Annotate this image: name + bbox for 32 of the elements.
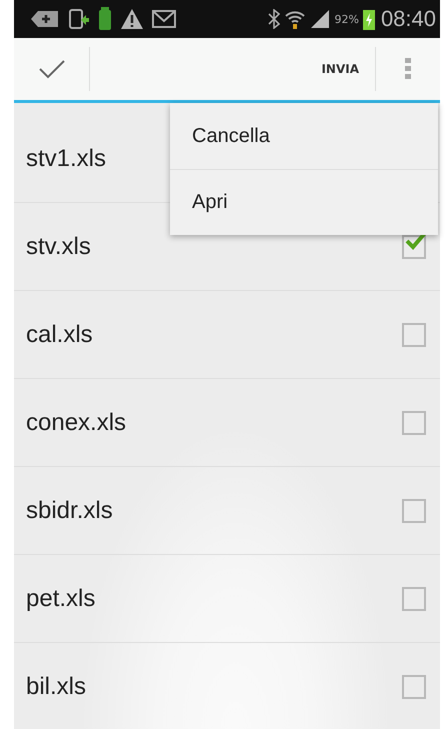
file-name: stv.xls	[26, 232, 91, 260]
menu-item[interactable]: Cancella	[170, 103, 438, 169]
phone-upload-icon	[68, 8, 90, 30]
file-checkbox[interactable]	[402, 674, 426, 698]
menu-icon	[405, 58, 411, 80]
mail-icon	[152, 10, 176, 28]
file-row[interactable]: bil.xls	[14, 643, 440, 729]
warning-icon	[120, 8, 144, 30]
file-name: pet.xls	[26, 584, 96, 612]
file-name: sbidr.xls	[26, 496, 113, 524]
file-row[interactable]: cal.xls	[14, 291, 440, 379]
file-name: stv1.xls	[26, 144, 106, 172]
file-checkbox[interactable]	[402, 234, 426, 258]
file-name: bil.xls	[26, 672, 86, 700]
file-checkbox[interactable]	[402, 322, 426, 346]
menu-item[interactable]: Apri	[170, 169, 438, 235]
file-checkbox[interactable]	[402, 586, 426, 610]
file-name: conex.xls	[26, 408, 126, 436]
battery-charging-icon	[362, 8, 375, 30]
clock-time: 08:40	[380, 6, 436, 32]
file-checkbox[interactable]	[402, 498, 426, 522]
signal-icon	[310, 9, 330, 29]
file-row[interactable]: conex.xls	[14, 379, 440, 467]
add-notification-icon	[30, 9, 60, 29]
file-name: cal.xls	[26, 320, 93, 348]
file-row[interactable]: sbidr.xls	[14, 467, 440, 555]
file-checkbox[interactable]	[402, 410, 426, 434]
send-button[interactable]: INVIA	[305, 47, 376, 91]
file-row[interactable]: pet.xls	[14, 555, 440, 643]
bluetooth-icon	[268, 9, 280, 29]
checkmark-icon	[38, 59, 66, 79]
battery-percent: 92%	[334, 12, 359, 26]
